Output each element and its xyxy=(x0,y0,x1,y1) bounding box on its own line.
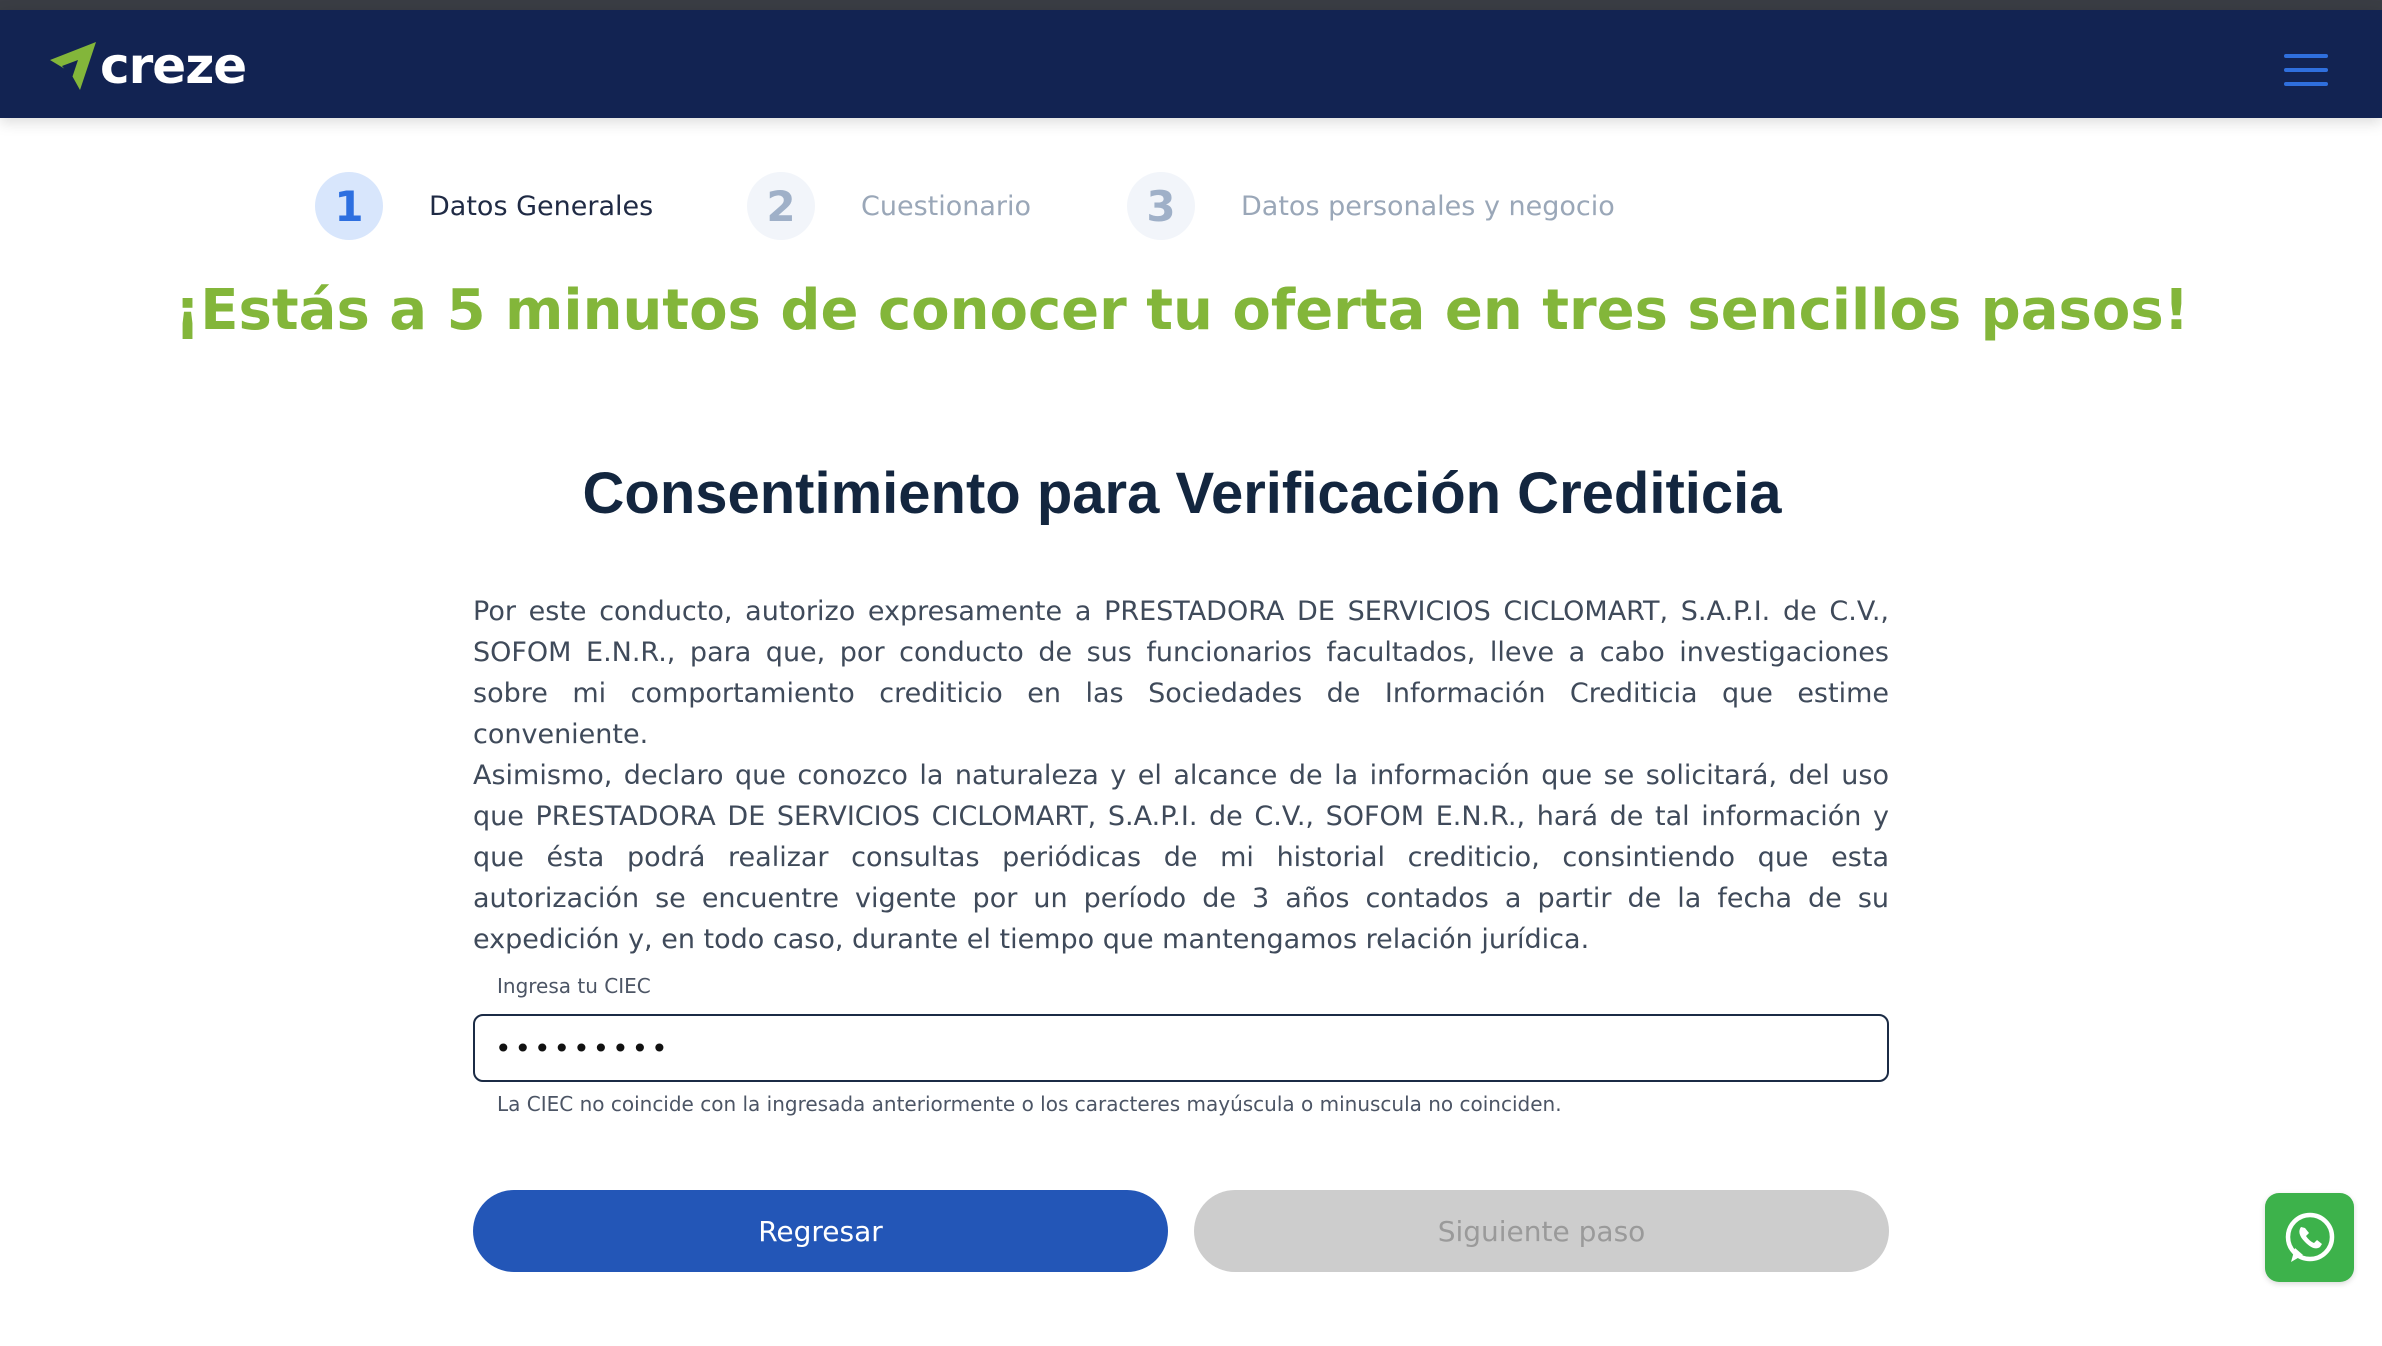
top-strip xyxy=(0,0,2382,10)
step-label-3: Datos personales y negocio xyxy=(1241,190,1615,222)
creze-logo[interactable]: creze xyxy=(48,37,247,95)
step-number-2: 2 xyxy=(747,172,815,240)
ciec-input[interactable] xyxy=(473,1014,1889,1082)
hamburger-line xyxy=(2284,54,2328,58)
whatsapp-button[interactable] xyxy=(2265,1193,2354,1282)
hamburger-line xyxy=(2284,68,2328,72)
step-datos-generales: 1 Datos Generales xyxy=(315,172,653,240)
consent-paragraph-2: Asimismo, declaro que conozco la natural… xyxy=(473,760,1889,955)
page-title: Consentimiento para Verificación Crediti… xyxy=(582,461,1782,526)
ciec-error-message: La CIEC no coincide con la ingresada ant… xyxy=(497,1092,1562,1116)
ciec-label: Ingresa tu CIEC xyxy=(497,974,651,998)
navbar: creze xyxy=(0,10,2382,118)
hamburger-line xyxy=(2284,82,2328,86)
creze-logo-icon xyxy=(50,42,96,90)
promo-headline: ¡Estás a 5 minutos de conocer tu oferta … xyxy=(174,278,2190,343)
next-step-button[interactable]: Siguiente paso xyxy=(1194,1190,1889,1272)
step-cuestionario: 2 Cuestionario xyxy=(747,172,1031,240)
step-label-1: Datos Generales xyxy=(429,190,654,222)
back-button[interactable]: Regresar xyxy=(473,1190,1168,1272)
step-datos-personales: 3 Datos personales y negocio xyxy=(1127,172,1615,240)
step-number-1: 1 xyxy=(315,172,383,240)
hamburger-menu-icon[interactable] xyxy=(2284,54,2328,88)
step-label-2: Cuestionario xyxy=(861,190,1032,222)
logo-text: creze xyxy=(100,37,247,95)
whatsapp-icon xyxy=(2285,1212,2334,1262)
consent-paragraph-1: Por este conducto, autorizo expresamente… xyxy=(473,596,1889,750)
step-number-3: 3 xyxy=(1127,172,1195,240)
